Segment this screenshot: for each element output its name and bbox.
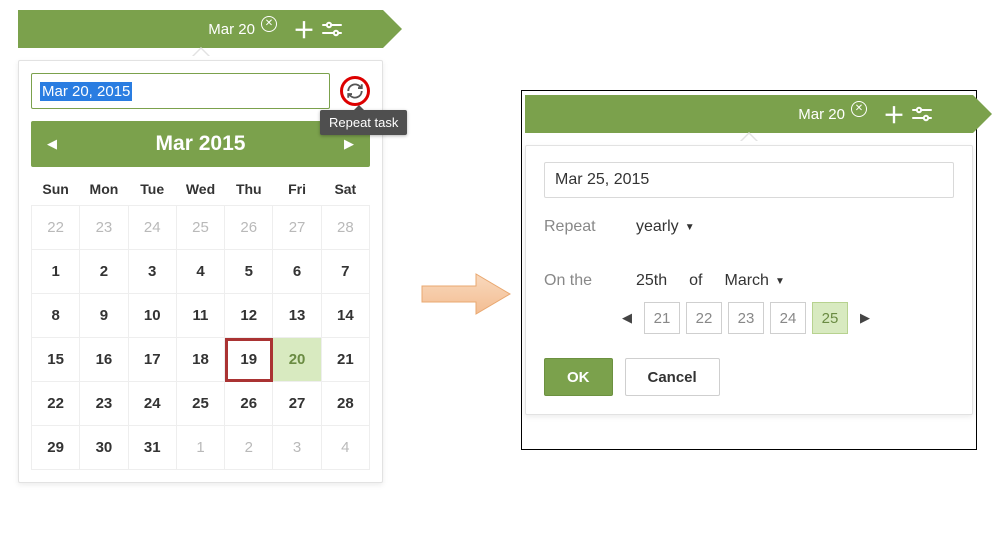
repeat-frequency-dropdown[interactable]: yearly ▼ [636,218,695,236]
calendar-day[interactable]: 4 [176,250,224,294]
calendar-day[interactable]: 26 [225,206,273,250]
repeat-label: Repeat [544,218,614,236]
weekday-header: Sat [321,171,369,206]
repeat-popover-right: Mar 20 ✕ ＋ Repeat yearly ▼ [525,95,973,415]
calendar-day[interactable]: 22 [32,382,80,426]
add-icon[interactable]: ＋ [883,98,905,130]
chevron-down-icon: ▼ [685,222,695,233]
weekday-header: Tue [128,171,176,206]
day-prev-icon[interactable]: ◀ [616,304,638,332]
calendar-day[interactable]: 18 [176,338,224,382]
clear-date-icon[interactable]: ✕ [261,16,277,32]
cancel-button[interactable]: Cancel [625,358,720,396]
calendar-day[interactable]: 27 [273,206,321,250]
weekday-header-row: SunMonTueWedThuFriSat [32,171,370,206]
day-option[interactable]: 25 [812,302,848,334]
banner-date-label: Mar 20 [208,21,255,38]
calendar-day[interactable]: 3 [128,250,176,294]
calendar-day[interactable]: 17 [128,338,176,382]
onthe-label: On the [544,272,614,290]
calendar-day[interactable]: 23 [80,382,128,426]
clear-date-icon[interactable]: ✕ [851,101,867,117]
day-picker: ◀ 2122232425 ▶ [616,302,954,334]
calendar-day[interactable]: 24 [128,382,176,426]
repeat-task-tooltip: Repeat task [320,110,407,135]
calendar-day[interactable]: 1 [32,250,80,294]
calendar-day[interactable]: 29 [32,426,80,470]
of-label: of [689,272,702,290]
calendar-day[interactable]: 27 [273,382,321,426]
calendar-day[interactable]: 21 [321,338,369,382]
transition-arrow-icon [420,270,512,318]
calendar-day[interactable]: 31 [128,426,176,470]
settings-sliders-icon[interactable] [911,105,933,123]
weekday-header: Fri [273,171,321,206]
calendar-day[interactable]: 1 [176,426,224,470]
calendar-day[interactable]: 26 [225,382,273,426]
calendar-day[interactable]: 25 [176,382,224,426]
calendar-day[interactable]: 12 [225,294,273,338]
day-ordinal: 25th [636,272,667,290]
date-banner: Mar 20 ✕ ＋ [525,95,973,133]
calendar-day[interactable]: 6 [273,250,321,294]
calendar-day[interactable]: 30 [80,426,128,470]
calendar-day[interactable]: 4 [321,426,369,470]
calendar-card: Mar 20, 2015 Repeat task ◀ Mar 2015 ▶ [18,60,383,483]
weekday-header: Wed [176,171,224,206]
calendar-day[interactable]: 9 [80,294,128,338]
day-option[interactable]: 24 [770,302,806,334]
calendar-day[interactable]: 23 [80,206,128,250]
day-option[interactable]: 22 [686,302,722,334]
month-value: March [724,272,768,290]
popover-caret [18,48,383,60]
repeat-card: Repeat yearly ▼ On the 25th of March ▼ ◀… [525,145,973,415]
settings-sliders-icon[interactable] [321,20,343,38]
weekday-header: Sun [32,171,80,206]
calendar-day[interactable]: 16 [80,338,128,382]
calendar-day[interactable]: 15 [32,338,80,382]
ok-button[interactable]: OK [544,358,613,396]
datepicker-popover-left: Mar 20 ✕ ＋ Mar 20, 2015 [18,10,383,483]
calendar-day[interactable]: 28 [321,382,369,426]
day-option[interactable]: 23 [728,302,764,334]
calendar-day[interactable]: 13 [273,294,321,338]
calendar-day[interactable]: 5 [225,250,273,294]
date-input[interactable] [544,162,954,198]
calendar-grid: SunMonTueWedThuFriSat 222324252627281234… [31,171,370,470]
weekday-header: Thu [225,171,273,206]
calendar-day[interactable]: 2 [225,426,273,470]
prev-month-icon[interactable]: ◀ [41,130,63,158]
calendar-day[interactable]: 10 [128,294,176,338]
weekday-header: Mon [80,171,128,206]
calendar-day[interactable]: 7 [321,250,369,294]
chevron-down-icon: ▼ [775,276,785,287]
month-title: Mar 2015 [156,132,246,156]
add-icon[interactable]: ＋ [293,13,315,45]
day-next-icon[interactable]: ▶ [854,304,876,332]
repeat-task-icon[interactable] [340,76,370,106]
date-input[interactable]: Mar 20, 2015 [31,73,330,109]
calendar-day[interactable]: 22 [32,206,80,250]
calendar-day[interactable]: 2 [80,250,128,294]
month-dropdown[interactable]: March ▼ [724,272,784,290]
calendar-day[interactable]: 20 [273,338,321,382]
repeat-frequency-value: yearly [636,218,679,236]
calendar-day[interactable]: 11 [176,294,224,338]
date-banner: Mar 20 ✕ ＋ [18,10,383,48]
popover-caret [525,133,973,145]
banner-date-label: Mar 20 [798,106,845,123]
calendar-day[interactable]: 19 [225,338,273,382]
calendar-day[interactable]: 8 [32,294,80,338]
day-option[interactable]: 21 [644,302,680,334]
calendar-day[interactable]: 28 [321,206,369,250]
date-input-value: Mar 20, 2015 [40,82,132,101]
calendar-day[interactable]: 25 [176,206,224,250]
calendar-day[interactable]: 24 [128,206,176,250]
calendar-day[interactable]: 3 [273,426,321,470]
calendar-day[interactable]: 14 [321,294,369,338]
